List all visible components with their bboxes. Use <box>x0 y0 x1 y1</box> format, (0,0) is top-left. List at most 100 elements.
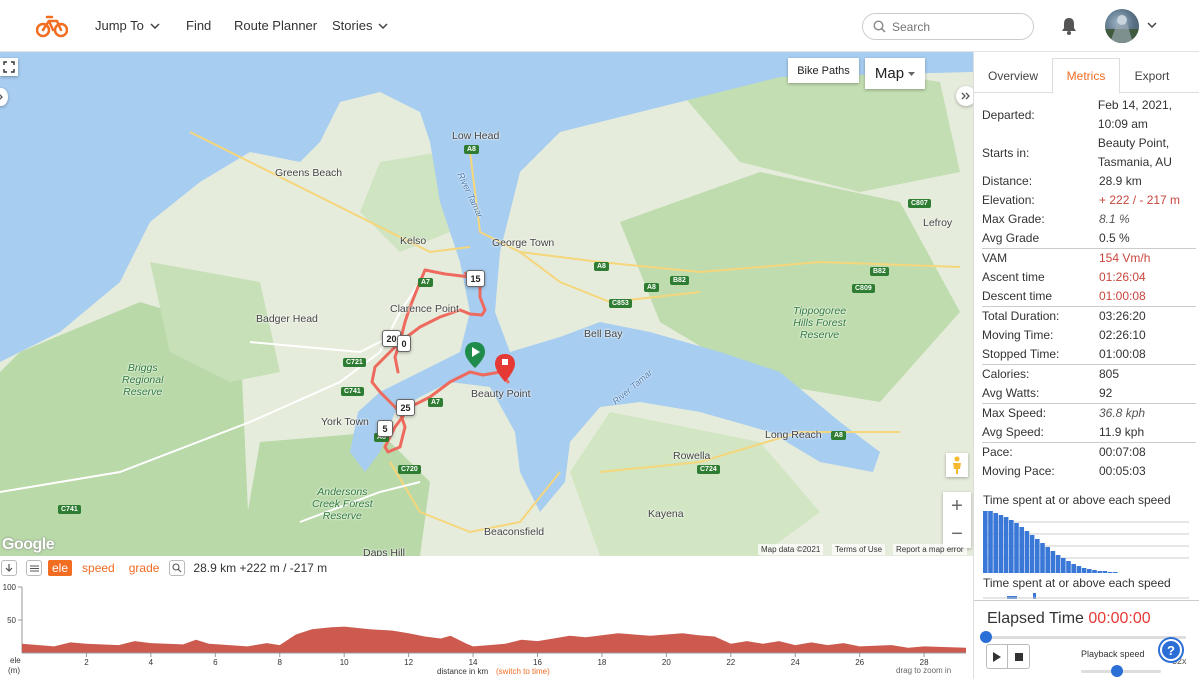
map-label: Greens Beach <box>275 167 343 179</box>
x-tick-label: 4 <box>149 658 154 667</box>
metric-value: 01:00:08 <box>1099 289 1146 303</box>
menu-button[interactable] <box>26 560 42 576</box>
metric-value: 01:00:08 <box>1099 347 1146 361</box>
terms-of-use-link[interactable]: Terms of Use <box>832 544 886 555</box>
route-map[interactable]: Low Head Greens Beach Kelso George Town … <box>0 52 973 556</box>
playback-progress-handle[interactable] <box>980 631 992 643</box>
bike-logo-icon[interactable] <box>36 13 68 39</box>
tab-metrics[interactable]: Metrics <box>1052 58 1120 94</box>
route-km-marker[interactable]: 5 <box>377 420 393 437</box>
switch-to-time-link[interactable]: (switch to time) <box>496 667 550 676</box>
chevron-right-icon <box>0 94 3 100</box>
metric-value: 02:26:10 <box>1099 328 1146 342</box>
help-button[interactable]: ? <box>1160 639 1182 661</box>
metric-row: Distance: 28.9 km <box>974 172 1199 191</box>
route-km-marker[interactable]: 25 <box>396 399 415 416</box>
map-label: Clarence Point <box>390 303 459 315</box>
metric-value: + 222 / - 217 m <box>1099 193 1181 207</box>
zoom-profile-button[interactable] <box>169 560 186 576</box>
elapsed-time: Elapsed Time 00:00:00 <box>987 610 1151 628</box>
arrow-down-icon <box>5 563 13 572</box>
elevation-summary: 28.9 km +222 m / -217 m <box>193 561 328 575</box>
elevation-mode-ele[interactable]: ele <box>48 560 73 576</box>
metric-value: 28.9 km <box>1099 174 1142 188</box>
metric-label: Descent time <box>982 289 1053 303</box>
double-chevron-right-icon <box>961 92 970 100</box>
route-km-marker[interactable]: 15 <box>466 270 485 287</box>
map-type-dropdown[interactable]: Map <box>865 58 925 89</box>
metric-label: Max Speed: <box>982 406 1047 420</box>
nav-jump-to[interactable]: Jump To <box>95 18 160 33</box>
fullscreen-button[interactable] <box>0 58 18 76</box>
metric-row: Max Speed: 36.8 kph <box>974 404 1199 423</box>
play-button[interactable] <box>987 645 1009 668</box>
chevron-down-icon <box>150 22 160 29</box>
map-type-label: Map <box>874 65 905 82</box>
map-label: Beauty Point <box>471 388 531 400</box>
metric-row: Avg Speed: 11.9 kph <box>974 423 1199 442</box>
tab-export[interactable]: Export <box>1120 58 1184 93</box>
road-badge: B82 <box>870 267 889 276</box>
road-badge: A8 <box>464 145 479 154</box>
nav-route-planner[interactable]: Route Planner <box>234 18 317 33</box>
x-tick-label: 6 <box>213 658 218 667</box>
elevation-chart[interactable]: 100 50 2 4 6 8 10 12 14 16 18 20 22 24 26 28 ele (m) … <box>0 579 973 679</box>
tab-overview[interactable]: Overview <box>978 58 1048 93</box>
metric-label: VAM <box>982 251 1008 265</box>
playback-panel: Elapsed Time 00:00:00 Playback speed 32x… <box>974 600 1199 679</box>
x-tick-label: 16 <box>533 658 542 667</box>
histogram-bar <box>1029 535 1035 573</box>
elevation-mode-speed[interactable]: speed <box>78 560 119 576</box>
elevation-mode-grade[interactable]: grade <box>125 560 164 576</box>
speed-histogram-title: Time spent at or above each speed <box>983 493 1171 507</box>
map-label: Briggs Regional Reserve <box>122 362 164 398</box>
road-badge: C721 <box>343 358 366 367</box>
elapsed-label: Elapsed Time <box>987 610 1084 627</box>
metric-label: Calories: <box>982 367 1030 381</box>
metrics-table: Departed: Feb 14, 2021, 10:09 am Starts i… <box>974 96 1199 481</box>
nav-stories[interactable]: Stories <box>332 18 388 33</box>
metric-value: 0.5 % <box>1099 231 1130 245</box>
histogram-bar <box>1113 572 1118 573</box>
metric-row: Total Duration: 03:26:20 <box>974 307 1199 326</box>
x-tick-label: 24 <box>791 658 800 667</box>
x-tick-label: 2 <box>84 658 89 667</box>
metric-row: Pace: 00:07:08 <box>974 443 1199 462</box>
metric-value: 8.1 % <box>1099 212 1130 226</box>
nav-find[interactable]: Find <box>186 18 211 33</box>
road-badge: A8 <box>831 431 846 440</box>
search-icon <box>873 20 886 33</box>
metric-label: Elevation: <box>982 193 1035 207</box>
bell-icon[interactable] <box>1060 16 1078 36</box>
histogram-bar <box>983 511 988 573</box>
chevron-down-icon[interactable] <box>1147 22 1157 28</box>
route-km-marker[interactable]: 0 <box>397 335 411 352</box>
playback-speed-handle[interactable] <box>1111 665 1123 677</box>
metric-row: Starts in: Beauty Point, Tasmania, AU <box>974 134 1199 172</box>
avatar[interactable] <box>1105 9 1139 43</box>
road-badge: C807 <box>908 199 931 208</box>
histogram-bar <box>1003 517 1009 573</box>
street-view-pegman[interactable] <box>946 453 968 477</box>
playback-progress-track[interactable] <box>986 636 1186 639</box>
map-label: Daps Hill <box>363 547 406 556</box>
metric-label: Avg Grade <box>982 231 1040 245</box>
map-label: Low Head <box>452 130 500 142</box>
histogram-bar <box>1050 551 1056 573</box>
zoom-hint: drag to zoom in <box>896 666 951 675</box>
search-input[interactable] <box>892 19 1022 34</box>
report-map-error-link[interactable]: Report a map error <box>893 544 967 555</box>
expand-sidebar-button[interactable] <box>956 86 973 106</box>
zoom-in-button[interactable]: + <box>943 492 971 520</box>
road-badge: C853 <box>609 299 632 308</box>
bike-paths-button[interactable]: Bike Paths <box>788 58 859 83</box>
stop-button[interactable] <box>1008 645 1029 668</box>
metric-label: Starts in: <box>982 145 1030 160</box>
histogram-bar <box>993 513 998 573</box>
metric-value: 92 <box>1099 386 1113 400</box>
y-axis-unit: (m) <box>8 666 20 675</box>
caret-down-icon <box>908 71 916 76</box>
metric-label: Pace: <box>982 445 1013 459</box>
download-button[interactable] <box>1 560 17 576</box>
histogram-bar <box>1092 570 1097 573</box>
